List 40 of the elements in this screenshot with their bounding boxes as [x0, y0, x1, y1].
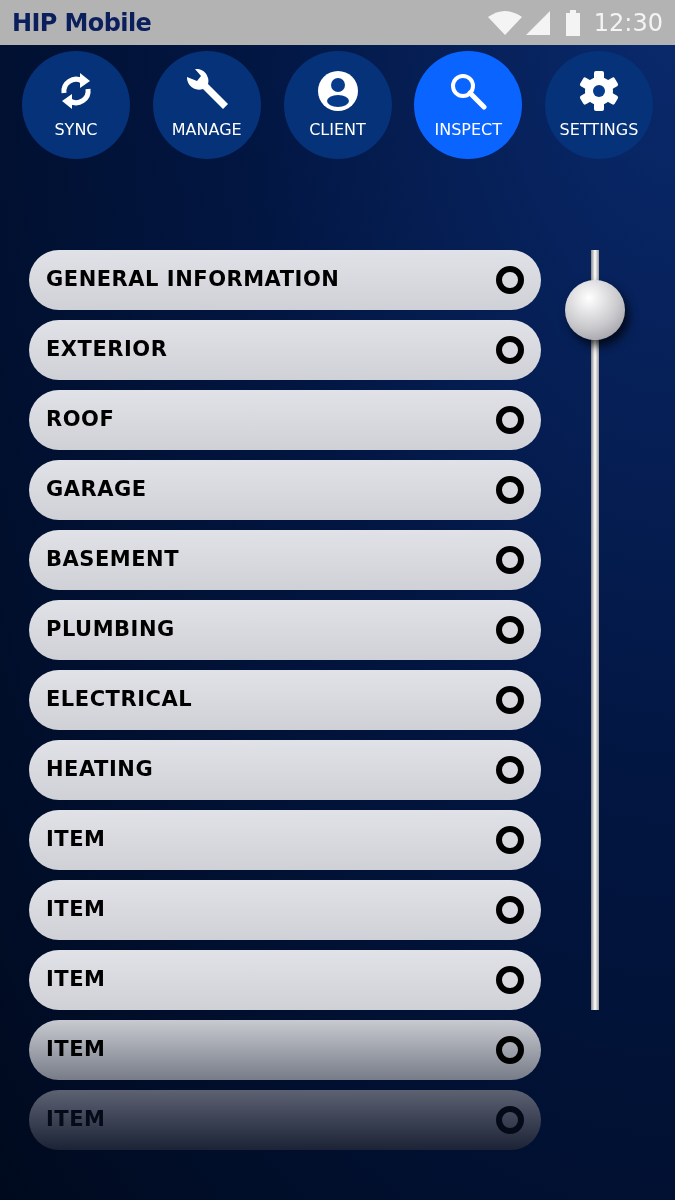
person-icon — [316, 70, 359, 112]
status-circle-icon — [495, 545, 525, 575]
scrollbar-track[interactable] — [591, 250, 599, 1010]
section-item[interactable]: ITEM — [29, 950, 541, 1010]
section-item[interactable]: ITEM — [29, 880, 541, 940]
wifi-icon — [487, 10, 522, 35]
section-item[interactable]: PLUMBING — [29, 600, 541, 660]
section-item[interactable]: ITEM — [29, 1020, 541, 1080]
status-circle-icon — [495, 405, 525, 435]
nav-tab[interactable]: MANAGE — [152, 51, 261, 159]
nav-tab[interactable]: INSPECT — [414, 51, 523, 159]
scrollbar-thumb[interactable] — [565, 280, 625, 340]
nav-tab[interactable]: CLIENT — [283, 51, 392, 159]
battery-icon — [565, 9, 580, 36]
section-item[interactable]: GARAGE — [29, 460, 541, 520]
settings-icon — [578, 70, 620, 112]
status-circle-icon — [495, 755, 525, 785]
search-icon — [449, 72, 488, 110]
status-circle-icon — [495, 965, 525, 995]
status-circle-icon — [495, 1035, 525, 1065]
app-title: HIP Mobile — [12, 7, 152, 39]
section-item[interactable]: ROOF — [29, 390, 541, 450]
section-item[interactable]: EXTERIOR — [29, 320, 541, 380]
nav-tab[interactable]: SETTINGS — [545, 51, 653, 159]
status-circle-icon — [495, 685, 525, 715]
section-item[interactable]: BASEMENT — [29, 530, 541, 590]
status-circle-icon — [495, 475, 525, 505]
section-item[interactable]: ITEM — [29, 810, 541, 870]
status-circle-icon — [495, 335, 525, 365]
section-item[interactable]: GENERAL INFORMATION — [29, 250, 541, 310]
clock-time: 12:30 — [593, 7, 663, 39]
signal-icon — [525, 10, 550, 35]
status-circle-icon — [495, 265, 525, 295]
status-circle-icon — [495, 895, 525, 925]
section-item[interactable]: ELECTRICAL — [29, 670, 541, 730]
nav-tab[interactable]: SYNC — [22, 51, 130, 159]
status-circle-icon — [495, 615, 525, 645]
status-circle-icon — [495, 825, 525, 855]
status-circle-icon — [495, 1105, 525, 1135]
section-item[interactable]: HEATING — [29, 740, 541, 800]
